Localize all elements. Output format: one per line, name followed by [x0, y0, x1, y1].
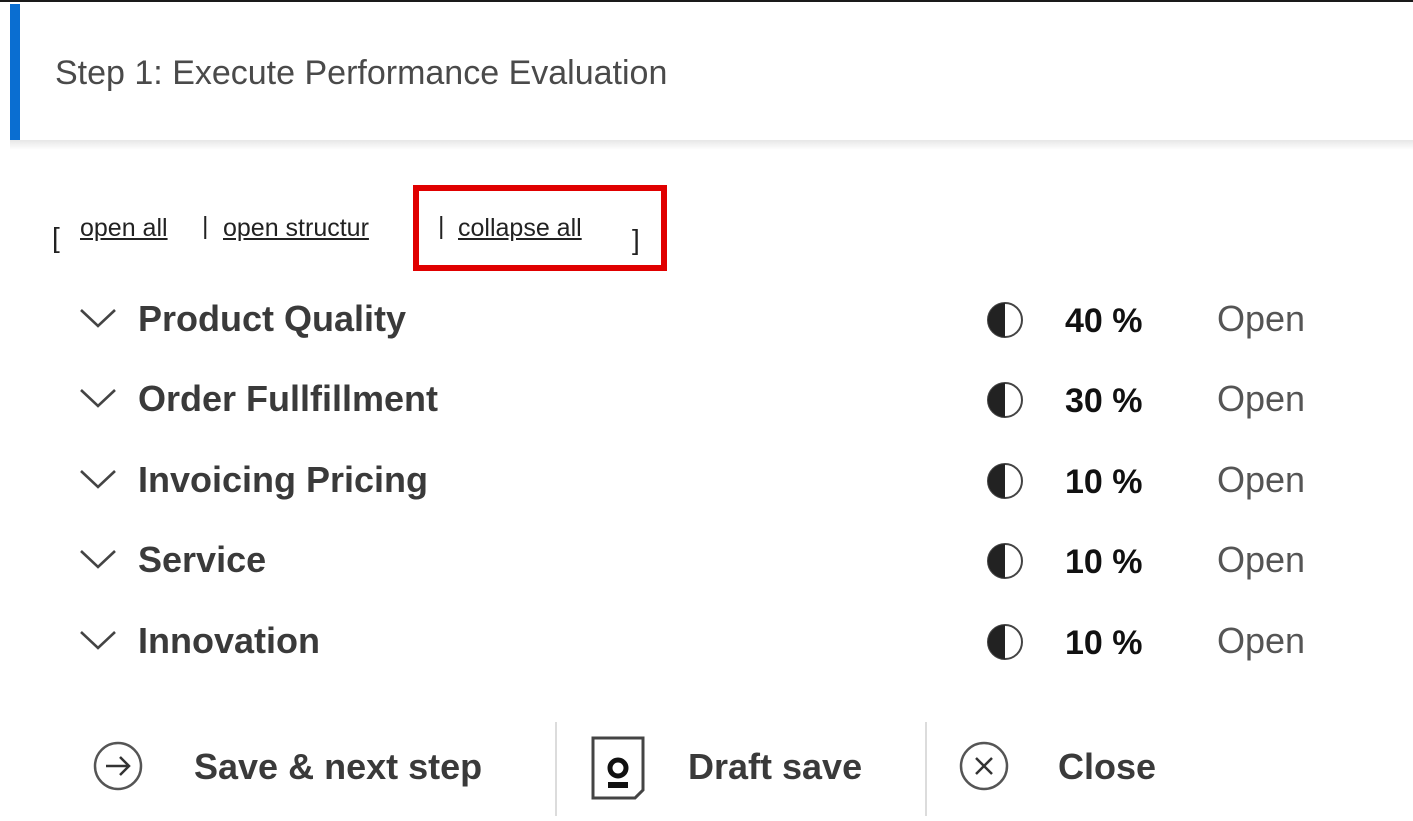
half-circle-icon: [987, 624, 1023, 660]
status-text: Open: [1217, 620, 1306, 661]
half-circle-icon: [987, 302, 1023, 338]
criteria-row[interactable]: Invoicing Pricing 10 % Open: [70, 453, 1330, 513]
disk-icon: [591, 736, 645, 800]
criteria-label[interactable]: Innovation: [138, 620, 320, 662]
half-circle-icon: [987, 382, 1023, 418]
header-shadow: [10, 140, 1413, 150]
separator: |: [202, 212, 209, 240]
criteria-row[interactable]: Service 10 % Open: [70, 533, 1330, 593]
close-label: Close: [1058, 746, 1157, 787]
page-title: Step 1: Execute Performance Evaluation: [55, 54, 668, 92]
criteria-label[interactable]: Product Quality: [138, 298, 406, 340]
header-accent-bar: [10, 4, 20, 140]
status-text: Open: [1217, 459, 1306, 500]
save-next-step-button[interactable]: Save & next step: [90, 720, 530, 816]
half-circle-icon: [987, 463, 1023, 499]
draft-save-button[interactable]: Draft save: [585, 720, 895, 816]
close-circle-icon: [959, 741, 1009, 791]
weight-value: 10 %: [1065, 543, 1143, 581]
open-structure-link[interactable]: open structur: [223, 214, 369, 243]
close-button[interactable]: Close: [958, 720, 1208, 816]
status-text: Open: [1217, 378, 1306, 419]
open-bracket: [: [52, 222, 60, 253]
criteria-row[interactable]: Product Quality 40 % Open: [70, 292, 1330, 352]
status-text: Open: [1217, 539, 1306, 580]
half-circle-icon: [987, 543, 1023, 579]
criteria-label[interactable]: Order Fullfillment: [138, 378, 438, 420]
chevron-down-icon[interactable]: [78, 384, 118, 414]
chevron-down-icon[interactable]: [78, 626, 118, 656]
weight-value: 40 %: [1065, 302, 1143, 340]
weight-value: 10 %: [1065, 463, 1143, 501]
collapse-all-highlight: [413, 185, 667, 271]
weight-value: 30 %: [1065, 382, 1143, 420]
criteria-row[interactable]: Innovation 10 % Open: [70, 614, 1330, 674]
footer-toolbar: Save & next step Draft save Close: [70, 720, 1330, 821]
draft-save-label: Draft save: [688, 746, 863, 787]
weight-value: 10 %: [1065, 624, 1143, 662]
open-all-link[interactable]: open all: [80, 214, 168, 243]
arrow-right-circle-icon: [93, 741, 143, 791]
criteria-label[interactable]: Invoicing Pricing: [138, 459, 428, 501]
status-text: Open: [1217, 298, 1306, 339]
chevron-down-icon[interactable]: [78, 304, 118, 334]
criteria-row[interactable]: Order Fullfillment 30 % Open: [70, 372, 1330, 432]
save-next-step-label: Save & next step: [194, 746, 483, 787]
evaluation-dialog: Step 1: Execute Performance Evaluation […: [0, 0, 1413, 819]
criteria-label[interactable]: Service: [138, 539, 266, 581]
footer-divider: [555, 722, 557, 816]
footer-divider: [925, 722, 927, 816]
chevron-down-icon[interactable]: [78, 545, 118, 575]
chevron-down-icon[interactable]: [78, 465, 118, 495]
